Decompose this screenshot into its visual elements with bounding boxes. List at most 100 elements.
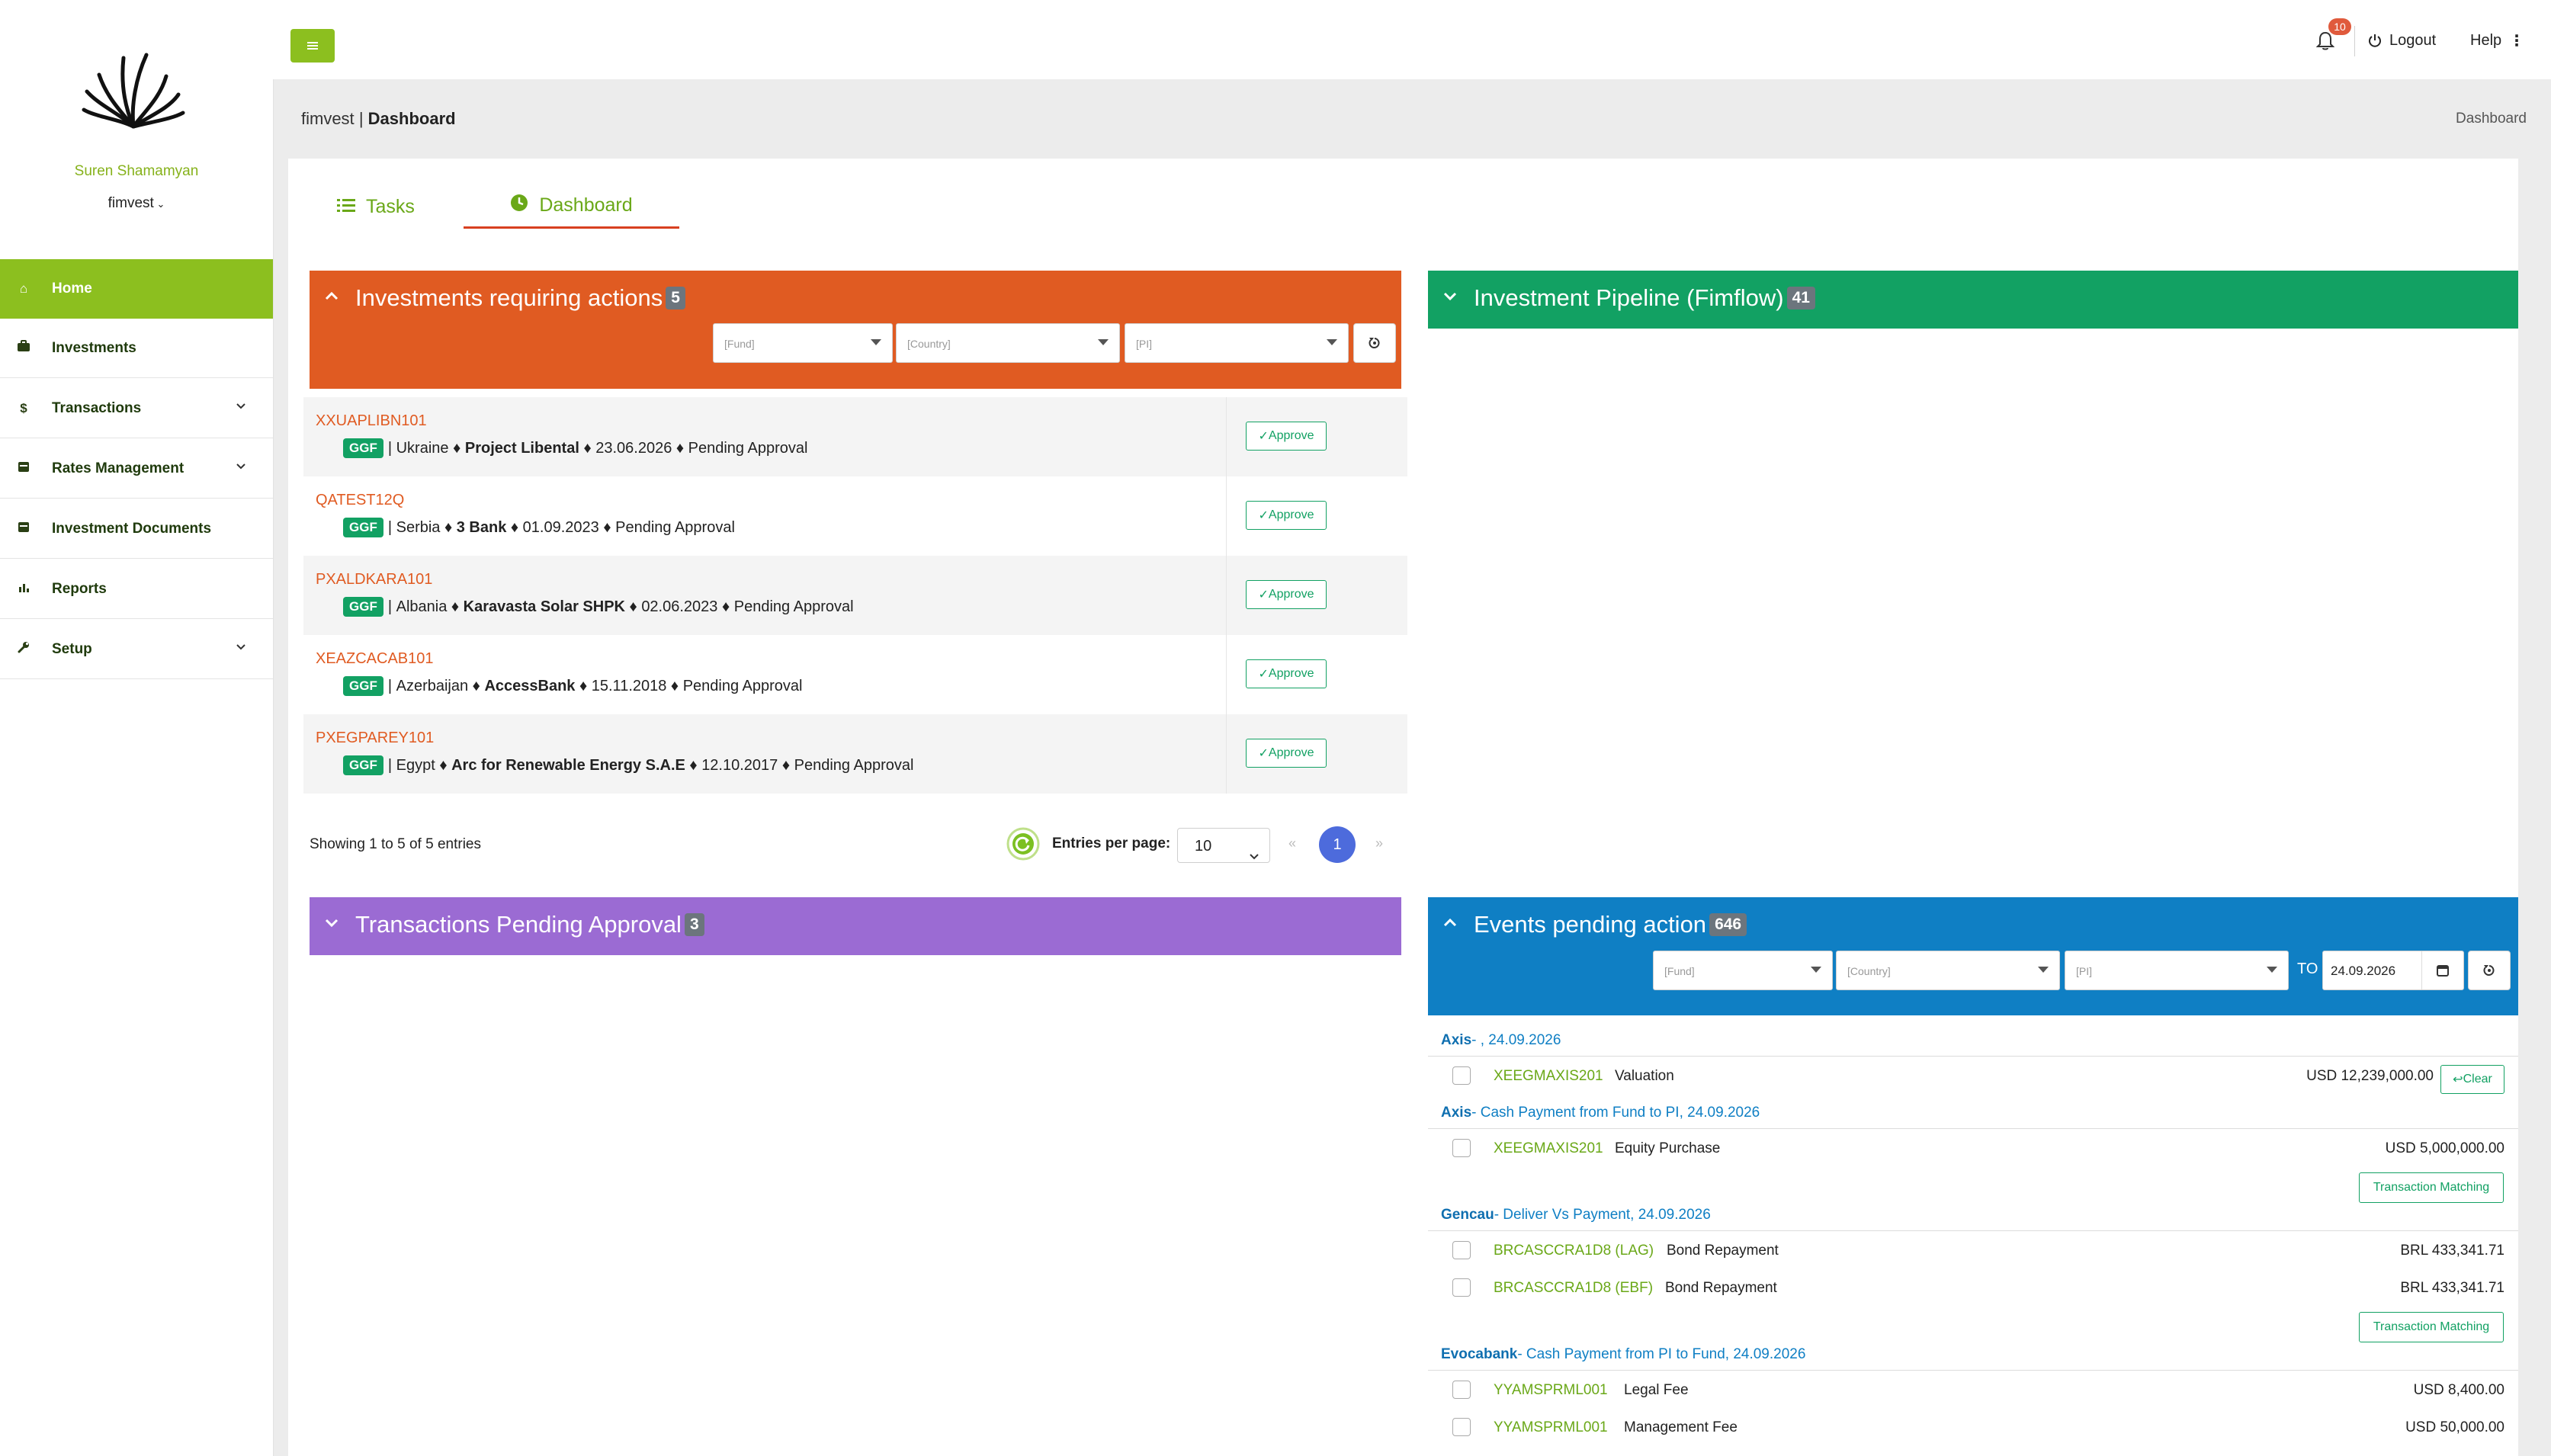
caret-down-icon — [1327, 339, 1337, 345]
notifications-button[interactable]: 10 — [2316, 18, 2351, 58]
fund-badge: GGF — [343, 755, 383, 775]
tab-dashboard[interactable]: Dashboard — [464, 184, 679, 229]
chevron-up-icon[interactable] — [1442, 914, 1458, 931]
divider — [1226, 476, 1227, 556]
logout-button[interactable]: Logout — [2368, 29, 2436, 52]
panel-title: Transactions Pending Approval 3 — [355, 911, 704, 938]
panel-title: Events pending action 646 — [1474, 911, 1747, 938]
event-description: - , 24.09.2026 — [1471, 1032, 1561, 1048]
sidebar-item-transactions[interactable]: $ Transactions — [0, 379, 273, 438]
page-title: Dashboard — [367, 109, 456, 128]
event-checkbox[interactable] — [1452, 1241, 1471, 1259]
sidebar-item-investments[interactable]: Investments — [0, 319, 273, 378]
approve-button[interactable]: ✓ Approve — [1246, 501, 1327, 530]
event-checkbox[interactable] — [1452, 1139, 1471, 1157]
showing-entries-text: Showing 1 to 5 of 5 entries — [310, 836, 481, 852]
event-item: BRCASCCRA1D8 (EBF) Bond Repayment BRL 43… — [1428, 1277, 2518, 1307]
wrench-icon — [15, 641, 32, 657]
sidebar-item-rates-management[interactable]: Rates Management — [0, 439, 273, 499]
entries-per-page-select[interactable]: 10 — [1177, 828, 1270, 863]
approve-button[interactable]: ✓ Approve — [1246, 739, 1327, 768]
investment-code-link[interactable]: PXALDKARA101 — [316, 571, 432, 588]
notification-count-badge: 10 — [2328, 18, 2351, 35]
more-vertical-icon: ⋮ — [2509, 32, 2525, 50]
investment-code-link[interactable]: QATEST12Q — [316, 492, 404, 509]
date-input[interactable]: 24.09.2026 — [2322, 951, 2464, 990]
date: 01.09.2023 — [522, 518, 599, 536]
clear-button[interactable]: ↩ Clear — [2440, 1065, 2504, 1094]
help-button[interactable]: Help ⋮ — [2470, 29, 2524, 52]
chevron-up-icon[interactable] — [323, 287, 340, 304]
page-button[interactable]: 1 — [1319, 826, 1356, 863]
country-filter-value: [Country] — [907, 338, 951, 350]
sidebar-item-setup[interactable]: Setup — [0, 620, 273, 679]
event-code-link[interactable]: BRCASCCRA1D8 (LAG) — [1494, 1243, 1654, 1259]
org-select[interactable]: fimvest ⌄ — [0, 195, 273, 212]
event-code-link[interactable]: YYAMSPRML001 — [1494, 1419, 1608, 1436]
country: Albania — [396, 598, 448, 615]
approve-button[interactable]: ✓ Approve — [1246, 659, 1327, 688]
pi-filter-select[interactable]: [PI] — [1125, 323, 1349, 363]
divider — [1428, 1370, 2518, 1371]
investment-details: GGF | Albania ♦ Karavasta Solar SHPK ♦ 0… — [343, 597, 854, 617]
investment-code-link[interactable]: PXEGPAREY101 — [316, 730, 434, 747]
event-group-header: Evocabank- Cash Payment from PI to Fund,… — [1441, 1346, 1805, 1363]
approve-label: Approve — [1268, 588, 1314, 601]
chevron-down-icon[interactable] — [1442, 287, 1458, 304]
top-bar: 10 Logout Help ⋮ — [273, 0, 2551, 79]
previous-page-button[interactable]: « — [1288, 835, 1296, 851]
event-code-link[interactable]: YYAMSPRML001 — [1494, 1382, 1608, 1399]
date-to-label: TO — [2297, 961, 2318, 977]
event-checkbox[interactable] — [1452, 1066, 1471, 1085]
fund-badge: GGF — [343, 438, 383, 458]
date: 15.11.2018 — [591, 677, 667, 694]
sidebar-item-investment-documents[interactable]: Investment Documents — [0, 499, 273, 559]
check-icon: ✓ — [1258, 668, 1269, 681]
event-description: - Deliver Vs Payment, 24.09.2026 — [1494, 1207, 1711, 1223]
menu-toggle-button[interactable] — [290, 29, 335, 63]
fund-filter-select[interactable]: [Fund] — [1653, 951, 1833, 990]
refresh-button[interactable] — [1006, 827, 1040, 861]
pi-filter-select[interactable]: [PI] — [2065, 951, 2289, 990]
event-checkbox[interactable] — [1452, 1418, 1471, 1436]
event-checkbox[interactable] — [1452, 1278, 1471, 1297]
reset-filters-button[interactable] — [2468, 951, 2511, 990]
home-icon: ⌂ — [19, 281, 28, 296]
sidebar-item-label: Transactions — [52, 399, 142, 416]
status: Pending Approval — [688, 439, 808, 457]
chevron-down-icon — [235, 640, 247, 656]
next-page-button[interactable]: » — [1375, 835, 1383, 851]
investment-code-link[interactable]: XEAZCACAB101 — [316, 650, 434, 668]
sidebar-item-home[interactable]: ⌂ Home — [0, 259, 273, 319]
caret-down-icon — [2038, 967, 2049, 973]
calendar-icon[interactable] — [2421, 951, 2463, 989]
reset-filters-button[interactable] — [1353, 323, 1396, 363]
approve-button[interactable]: ✓ Approve — [1246, 580, 1327, 609]
breadcrumb-app[interactable]: fimvest — [301, 109, 355, 128]
calendar-icon — [15, 460, 32, 476]
chevron-down-icon[interactable] — [323, 914, 340, 931]
transactions-panel-header: Transactions Pending Approval 3 — [310, 897, 1401, 955]
breadcrumb-current: Dashboard — [2456, 111, 2527, 127]
event-item: BRCASCCRA1D8 (LAG) Bond Repayment BRL 43… — [1428, 1240, 2518, 1270]
fund-filter-select[interactable]: [Fund] — [713, 323, 893, 363]
user-name[interactable]: Suren Shamamyan — [0, 163, 273, 180]
event-type: Valuation — [1615, 1068, 1674, 1084]
event-type: Bond Repayment — [1667, 1243, 1779, 1259]
country-filter-select[interactable]: [Country] — [896, 323, 1120, 363]
event-checkbox[interactable] — [1452, 1381, 1471, 1399]
approve-button[interactable]: ✓ Approve — [1246, 422, 1327, 451]
event-code-link[interactable]: BRCASCCRA1D8 (EBF) — [1494, 1280, 1653, 1297]
caret-down-icon — [1098, 339, 1109, 345]
event-amount: USD 50,000.00 — [2405, 1419, 2504, 1435]
transaction-matching-button[interactable]: Transaction Matching — [2359, 1312, 2504, 1342]
event-code-link[interactable]: XEEGMAXIS201 — [1494, 1068, 1603, 1085]
transaction-matching-button[interactable]: Transaction Matching — [2359, 1172, 2504, 1203]
check-icon: ✓ — [1258, 430, 1269, 443]
tab-tasks[interactable]: Tasks — [337, 184, 415, 229]
country-filter-select[interactable]: [Country] — [1836, 951, 2060, 990]
investment-row: PXEGPAREY101 GGF | Egypt ♦ Arc for Renew… — [303, 714, 1407, 794]
sidebar-item-reports[interactable]: Reports — [0, 560, 273, 619]
investment-code-link[interactable]: XXUAPLIBN101 — [316, 412, 427, 430]
event-code-link[interactable]: XEEGMAXIS201 — [1494, 1140, 1603, 1157]
